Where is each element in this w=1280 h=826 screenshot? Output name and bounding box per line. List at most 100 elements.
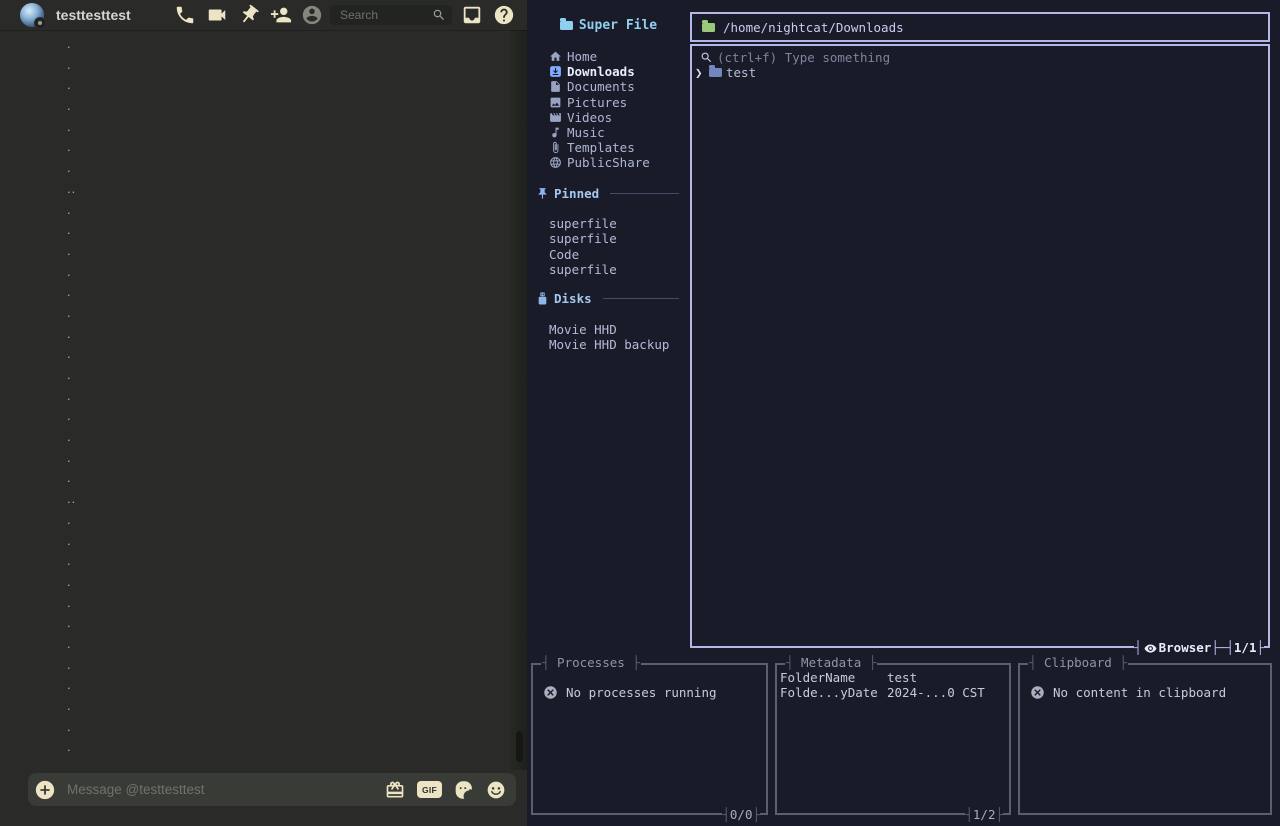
dm-title: testtesttest [56, 7, 131, 23]
sidebar-item-downloads[interactable]: Downloads [527, 64, 690, 79]
chat-message: . [0, 613, 510, 634]
chat-message: . [0, 137, 510, 158]
inbox-button[interactable] [461, 4, 483, 26]
file-entry-test[interactable]: ❯ test [692, 65, 1268, 80]
metadata-title: Metadata [794, 655, 869, 670]
discord-dm-view: testtesttest Search ............. [0, 0, 527, 826]
avatar-badge [34, 17, 46, 29]
person-add-icon [270, 4, 292, 26]
sidebar-item-home[interactable]: Home [527, 49, 690, 64]
chat-message: . [0, 737, 510, 758]
chat-message: . [0, 282, 510, 303]
file-browser-panel: (ctrl+f) Type something ❯ test ┤ Browser… [690, 44, 1270, 648]
sidebar-item-templates[interactable]: Templates [527, 140, 690, 155]
video-call-button[interactable] [206, 4, 228, 26]
pushpin-icon [536, 187, 549, 200]
file-search-hint: (ctrl+f) Type something [717, 50, 890, 65]
chat-message: . [0, 344, 510, 365]
image-icon [549, 96, 562, 109]
voice-call-button[interactable] [174, 4, 196, 26]
clipboard-empty-state: No content in clipboard [1020, 685, 1270, 700]
chat-message: . [0, 303, 510, 324]
sidebar-item-documents[interactable]: Documents [527, 79, 690, 94]
chat-message: . [0, 448, 510, 469]
sticker-icon [454, 780, 474, 800]
sidebar-item-videos[interactable]: Videos [527, 110, 690, 125]
sidebar-item-publicshare[interactable]: PublicShare [527, 155, 690, 170]
chat-message: . [0, 324, 510, 345]
globe-icon [549, 156, 562, 169]
sticker-picker-button[interactable] [454, 780, 474, 800]
help-button[interactable] [493, 4, 515, 26]
chat-message: . [0, 365, 510, 386]
phone-icon [174, 4, 196, 26]
message-input-placeholder[interactable]: Message @testtesttest [67, 782, 373, 797]
cursor-chevron-icon: ❯ [695, 65, 705, 80]
chat-message: . [0, 75, 510, 96]
film-icon [549, 111, 562, 124]
chat-message: . [0, 531, 510, 552]
message-list: ..................................... [0, 34, 510, 764]
pinned-item[interactable]: superfile [527, 262, 690, 277]
section-divider [603, 298, 679, 299]
chat-message: . [0, 427, 510, 448]
emoji-smile-icon [486, 780, 506, 800]
current-path: /home/nightcat/Downloads [723, 20, 904, 35]
sidebar-item-music[interactable]: Music [527, 125, 690, 140]
file-search-input[interactable]: (ctrl+f) Type something [692, 46, 1268, 65]
pin-icon [234, 0, 265, 30]
user-profile-toggle[interactable] [301, 4, 323, 26]
disk-item[interactable]: Movie HHD [527, 322, 690, 337]
paperclip-icon [549, 141, 562, 154]
sidebar-item-pictures[interactable]: Pictures [527, 95, 690, 110]
processes-title: Processes [550, 655, 633, 670]
user-circle-icon [301, 4, 323, 26]
pinned-section-header: Pinned [527, 186, 690, 201]
chat-scrollbar-thumb[interactable] [516, 731, 523, 762]
home-icon [549, 50, 562, 63]
chat-message: . [0, 593, 510, 614]
add-friends-to-dm-button[interactable] [270, 4, 292, 26]
document-icon [549, 80, 562, 93]
pinned-item[interactable]: superfile [527, 216, 690, 231]
disk-item[interactable]: Movie HHD backup [527, 337, 690, 352]
pinned-item[interactable]: superfile [527, 231, 690, 246]
metadata-row: Folde...yDate 2024-...0 CST [780, 685, 1009, 700]
chat-message: . [0, 386, 510, 407]
inbox-icon [461, 4, 483, 26]
pinned-item[interactable]: Code [527, 247, 690, 262]
search-input[interactable]: Search [330, 5, 452, 25]
chat-message: . [0, 158, 510, 179]
music-note-icon [549, 126, 562, 139]
gift-icon [385, 780, 405, 800]
x-circle-icon [1030, 685, 1045, 700]
plus-circle-icon [34, 779, 56, 801]
message-composer[interactable]: Message @testtesttest GIF [28, 773, 516, 806]
download-icon [549, 65, 562, 78]
pinned-messages-button[interactable] [238, 4, 260, 26]
x-circle-icon [543, 685, 558, 700]
disks-list: Movie HHD Movie HHD backup [527, 322, 690, 353]
emoji-picker-button[interactable] [486, 780, 506, 800]
mode-label: Browser [1159, 640, 1212, 656]
chat-message: . [0, 510, 510, 531]
gif-picker-button[interactable]: GIF [417, 781, 442, 798]
chat-message: . [0, 34, 510, 55]
section-divider [610, 193, 679, 194]
chat-message: . [0, 717, 510, 738]
chat-message: . [0, 406, 510, 427]
chat-message: . [0, 241, 510, 262]
processes-panel: ┤ Processes ├ No processes running ┤0/0├ [531, 663, 768, 815]
chat-message: . [0, 655, 510, 676]
avatar[interactable] [20, 3, 44, 27]
metadata-row: FolderName test [780, 670, 1009, 685]
folder-icon [702, 23, 715, 32]
panel-footer: ┤ Browser ├─┤ 1/1 ├ [1134, 640, 1264, 656]
metadata-counter: 1/2 [973, 807, 996, 822]
disks-section-header: Disks [527, 291, 690, 306]
chat-message: . [0, 551, 510, 572]
gift-button[interactable] [385, 780, 405, 800]
attach-button[interactable] [34, 779, 56, 801]
clipboard-title: Clipboard [1037, 655, 1120, 670]
chat-message: .. [0, 179, 510, 200]
